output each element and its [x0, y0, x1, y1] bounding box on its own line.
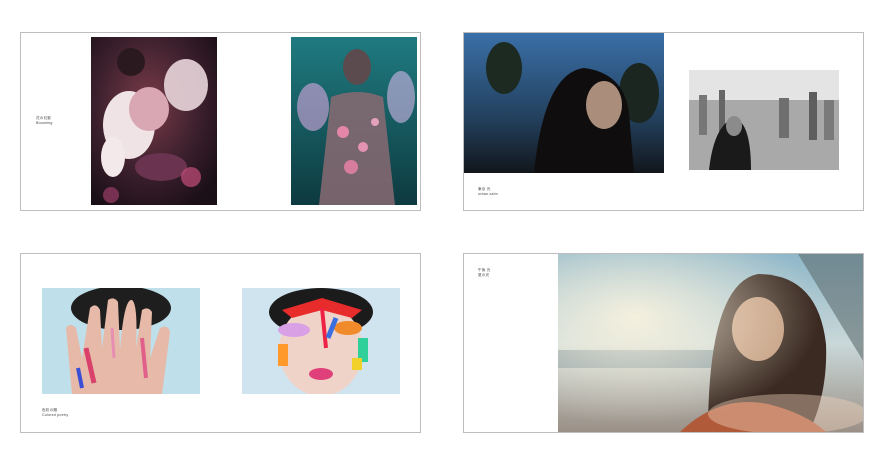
spread-1-subtitle: Blooming: [36, 121, 53, 125]
city-skyline-bw-photo: [689, 70, 839, 170]
spread-2: 東京 光 urban calm: [463, 32, 864, 211]
spread-3-subtitle: Colored poetry: [42, 413, 69, 417]
flower-portrait-photo: [91, 37, 217, 205]
spread-4: 午後 光 夏の光: [463, 253, 864, 433]
painted-hands-photo: [42, 288, 200, 394]
spread-2-subtitle: urban calm: [478, 192, 498, 196]
spread-4-caption: 午後 光 夏の光: [478, 268, 491, 278]
spread-4-subtitle: 夏の光: [478, 273, 490, 277]
spread-1: 花の幻影 Blooming: [20, 32, 421, 211]
spread-2-caption: 東京 光 urban calm: [478, 187, 498, 197]
spread-1-caption: 花の幻影 Blooming: [36, 116, 53, 126]
dusk-profile-photo: [464, 33, 664, 173]
teal-projection-photo: [291, 37, 417, 205]
spread-3: 色彩の顏 Colored poetry: [20, 253, 421, 433]
spread-3-caption: 色彩の顏 Colored poetry: [42, 408, 68, 418]
painted-face-photo: [242, 288, 400, 394]
car-window-sunlight-photo: [558, 254, 863, 432]
